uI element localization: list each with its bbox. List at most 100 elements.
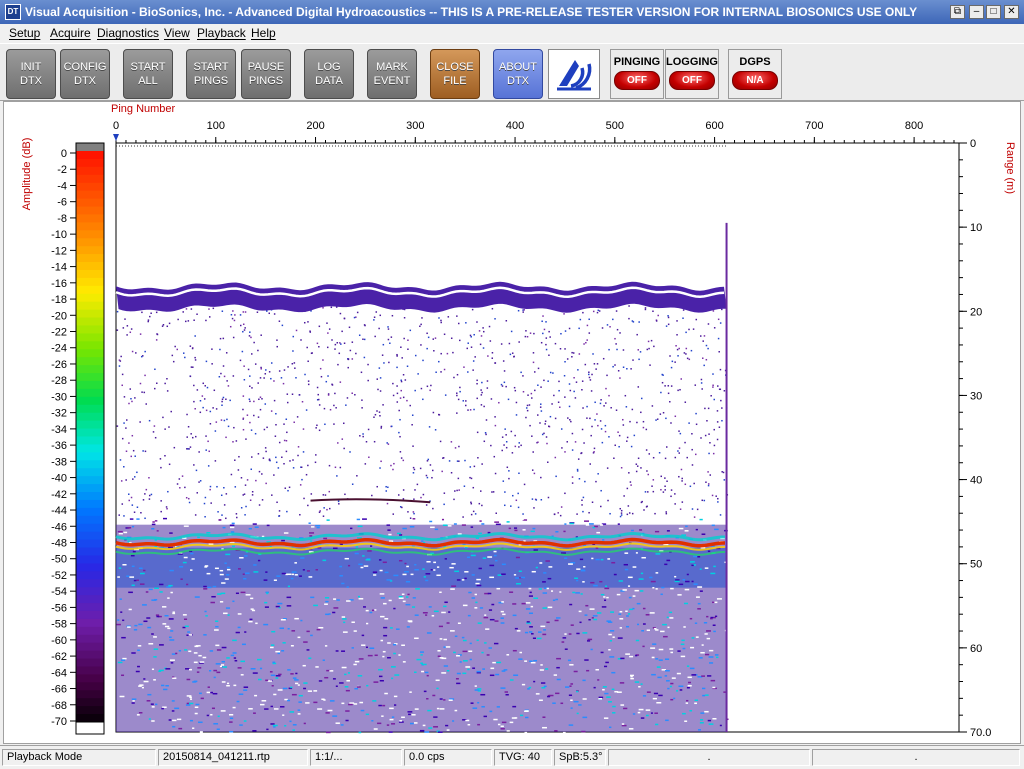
echo-pixel — [342, 631, 348, 633]
restore-window-button[interactable]: ⧉ — [950, 5, 965, 19]
echo-pixel — [703, 622, 708, 624]
biosonics-logo-icon[interactable] — [548, 49, 600, 99]
scatter-pixel — [680, 378, 682, 380]
echo-pixel — [676, 672, 681, 675]
maximize-button[interactable]: □ — [986, 5, 1001, 19]
scatter-pixel — [707, 483, 710, 485]
scatter-pixel — [503, 504, 506, 507]
echo-pixel — [560, 702, 564, 705]
echo-pixel — [642, 607, 646, 610]
echo-pixel — [520, 576, 525, 579]
echo-pixel — [297, 709, 301, 711]
echo-pixel — [426, 674, 429, 677]
init-dtx-button[interactable]: INIT DTX — [6, 49, 56, 99]
echo-pixel — [151, 527, 155, 530]
echo-pixel — [425, 573, 431, 575]
config-dtx-button[interactable]: CONFIG DTX — [60, 49, 110, 99]
minimize-button[interactable]: – — [969, 5, 984, 19]
echo-pixel — [434, 528, 439, 531]
echo-pixel — [608, 701, 612, 703]
echo-pixel — [590, 648, 593, 651]
echo-pixel — [226, 566, 230, 569]
menu-diagnostics[interactable]: Diagnostics — [97, 26, 159, 40]
scatter-pixel — [172, 360, 175, 363]
echo-pixel — [541, 686, 546, 689]
menu-playback[interactable]: Playback — [197, 26, 246, 40]
scatter-pixel — [487, 355, 489, 357]
echo-pixel — [198, 654, 202, 657]
echogram-svg[interactable]: 0 100 200 300 400 500 600 700 800010203040506070… — [4, 102, 1020, 743]
echo-pixel — [454, 709, 458, 712]
echo-pixel — [441, 518, 445, 521]
echo-pixel — [229, 526, 235, 529]
scatter-pixel — [650, 339, 653, 342]
scatter-pixel — [376, 410, 378, 412]
scatter-pixel — [242, 428, 245, 431]
echo-pixel — [706, 615, 709, 618]
scatter-pixel — [264, 373, 267, 375]
menu-setup[interactable]: Setup — [9, 26, 40, 40]
echo-pixel — [428, 727, 433, 729]
echo-pixel — [187, 631, 191, 633]
scatter-pixel — [422, 398, 424, 401]
scatter-pixel — [182, 352, 185, 354]
echo-pixel — [232, 639, 237, 642]
echo-pixel — [185, 704, 191, 706]
scatter-pixel — [586, 324, 589, 327]
scatter-pixel — [249, 331, 251, 333]
scatter-pixel — [705, 358, 708, 361]
scatter-pixel — [208, 308, 210, 310]
scatter-pixel — [463, 366, 465, 368]
echo-pixel — [665, 669, 670, 672]
echo-pixel — [480, 693, 486, 696]
echo-pixel — [310, 634, 313, 637]
echo-pixel — [602, 539, 605, 541]
echo-pixel — [287, 573, 292, 576]
echo-pixel — [122, 564, 127, 566]
scatter-pixel — [134, 455, 136, 457]
scatter-pixel — [603, 405, 605, 407]
close-file-button[interactable]: CLOSE FILE — [430, 49, 480, 99]
echo-pixel — [564, 523, 567, 525]
echo-pixel — [138, 711, 143, 714]
echo-pixel — [494, 620, 499, 622]
scatter-pixel — [469, 334, 472, 337]
scatter-pixel — [199, 411, 202, 414]
scatter-pixel — [596, 413, 598, 415]
scatter-pixel — [322, 494, 325, 496]
echo-pixel — [165, 668, 171, 670]
scatter-pixel — [491, 352, 494, 354]
pause-pings-button[interactable]: PAUSE PINGS — [241, 49, 291, 99]
about-dtx-button[interactable]: ABOUT DTX — [493, 49, 543, 99]
scatter-pixel — [364, 324, 366, 327]
scatter-pixel — [318, 511, 321, 514]
echo-pixel — [470, 702, 474, 704]
scatter-pixel — [373, 440, 376, 443]
menu-acquire[interactable]: Acquire — [50, 26, 91, 40]
colorbar-segment — [76, 412, 104, 422]
scatter-pixel — [198, 451, 200, 453]
echo-pixel — [686, 665, 690, 667]
start-pings-button[interactable]: START PINGS — [186, 49, 236, 99]
mark-event-button[interactable]: MARK EVENT — [367, 49, 417, 99]
echo-pixel — [462, 604, 468, 607]
scatter-pixel — [699, 335, 702, 337]
scatter-pixel — [306, 346, 308, 349]
start-all-button[interactable]: START ALL — [123, 49, 173, 99]
echo-pixel — [467, 668, 470, 671]
echo-pixel — [414, 637, 419, 640]
echo-pixel — [191, 558, 195, 560]
scatter-pixel — [221, 310, 224, 312]
menu-view[interactable]: View — [164, 26, 190, 40]
echo-pixel — [169, 569, 174, 572]
scatter-pixel — [529, 332, 532, 334]
menu-help[interactable]: Help — [251, 26, 276, 40]
log-data-button[interactable]: LOG DATA — [304, 49, 354, 99]
close-window-button[interactable]: ✕ — [1004, 5, 1019, 19]
scatter-pixel — [718, 388, 721, 391]
echo-pixel — [677, 650, 681, 652]
echo-pixel — [500, 687, 506, 689]
scatter-pixel — [258, 504, 261, 506]
echo-pixel — [589, 523, 594, 525]
scatter-pixel — [136, 471, 138, 474]
